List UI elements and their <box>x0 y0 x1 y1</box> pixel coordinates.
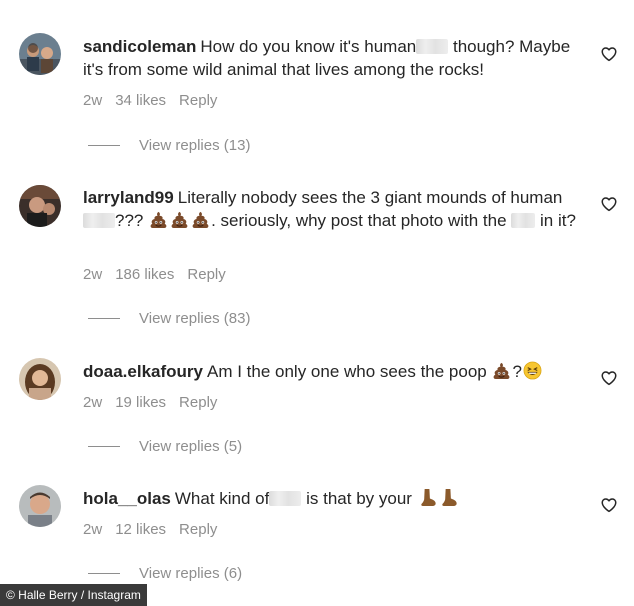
view-replies-button[interactable]: View replies (6) <box>88 565 242 582</box>
comment-body-part: . seriously, why post that photo with th… <box>211 211 507 230</box>
avatar[interactable] <box>19 185 61 227</box>
view-replies-label: View replies (6) <box>139 565 243 582</box>
photo-credit: © Halle Berry / Instagram <box>0 584 147 606</box>
view-replies-label: View replies (5) <box>139 438 243 455</box>
pile-of-poo-emoji <box>149 210 168 229</box>
username[interactable]: hola__olas <box>83 489 171 508</box>
username[interactable]: larryland99 <box>83 188 174 207</box>
heart-icon[interactable] <box>600 195 618 213</box>
heart-icon[interactable] <box>600 45 618 63</box>
pile-of-poo-emoji <box>170 210 189 229</box>
comment-meta: 2w 12 likes Reply <box>83 521 217 538</box>
view-replies-label: View replies (13) <box>139 137 251 154</box>
avatar[interactable] <box>19 485 61 527</box>
avatar-image <box>19 185 61 227</box>
avatar-image <box>19 485 61 527</box>
comment-body-part: Literally nobody sees the 3 giant mounds… <box>177 188 563 207</box>
likes-count[interactable]: 34 likes <box>115 92 166 109</box>
reply-button[interactable]: Reply <box>187 266 225 283</box>
likes-count[interactable]: 19 likes <box>115 394 166 411</box>
likes-count[interactable]: 186 likes <box>115 266 174 283</box>
censored-word <box>269 491 302 506</box>
comment-body-part: ??? <box>115 211 144 230</box>
divider-line <box>88 573 120 574</box>
pile-of-poo-emoji <box>191 210 210 229</box>
view-replies-label: View replies (83) <box>139 310 251 327</box>
grinning-squinting-face-emoji <box>523 361 542 380</box>
username[interactable]: sandicoleman <box>83 37 196 56</box>
comment-body-part: How do you know it's human <box>200 37 417 56</box>
comment-age: 2w <box>83 92 103 109</box>
comment-body-part: ? <box>512 362 522 381</box>
reply-button[interactable]: Reply <box>179 92 217 109</box>
view-replies-button[interactable]: View replies (5) <box>88 438 242 455</box>
avatar[interactable] <box>19 358 61 400</box>
comment-text: larryland99 Literally nobody sees the 3 g… <box>83 186 583 232</box>
comment-age: 2w <box>83 266 103 283</box>
comment-body-part: Am I the only one who sees the poop <box>207 362 487 381</box>
view-replies-button[interactable]: View replies (83) <box>88 310 250 327</box>
foot-emoji <box>418 488 437 507</box>
avatar-image <box>19 358 61 400</box>
comment-meta: 2w 34 likes Reply <box>83 92 217 109</box>
reply-button[interactable]: Reply <box>179 521 217 538</box>
foot-emoji <box>439 488 458 507</box>
comment-meta: 2w 19 likes Reply <box>83 394 217 411</box>
avatar[interactable] <box>19 33 61 75</box>
comment-text: sandicoleman How do you know it's human t… <box>83 35 583 81</box>
divider-line <box>88 145 120 146</box>
username[interactable]: doaa.elkafoury <box>83 362 203 381</box>
comment-body-part: What kind of <box>174 489 270 508</box>
censored-word <box>416 39 449 54</box>
comment-age: 2w <box>83 521 103 538</box>
divider-line <box>88 446 120 447</box>
heart-icon[interactable] <box>600 369 618 387</box>
avatar-image <box>19 33 61 75</box>
divider-line <box>88 318 120 319</box>
censored-word <box>511 213 536 228</box>
heart-icon[interactable] <box>600 496 618 514</box>
view-replies-button[interactable]: View replies (13) <box>88 137 250 154</box>
likes-count[interactable]: 12 likes <box>115 521 166 538</box>
censored-word <box>83 213 115 228</box>
comment-text: hola__olas What kind of is that by your <box>83 487 583 510</box>
comment-body-part: is that by your <box>306 489 412 508</box>
comment-meta: 2w 186 likes Reply <box>83 266 226 283</box>
comment-text: doaa.elkafoury Am I the only one who sees… <box>83 360 583 383</box>
pile-of-poo-emoji <box>492 361 511 380</box>
comment-age: 2w <box>83 394 103 411</box>
reply-button[interactable]: Reply <box>179 394 217 411</box>
comment-body-part: in it? <box>540 211 576 230</box>
